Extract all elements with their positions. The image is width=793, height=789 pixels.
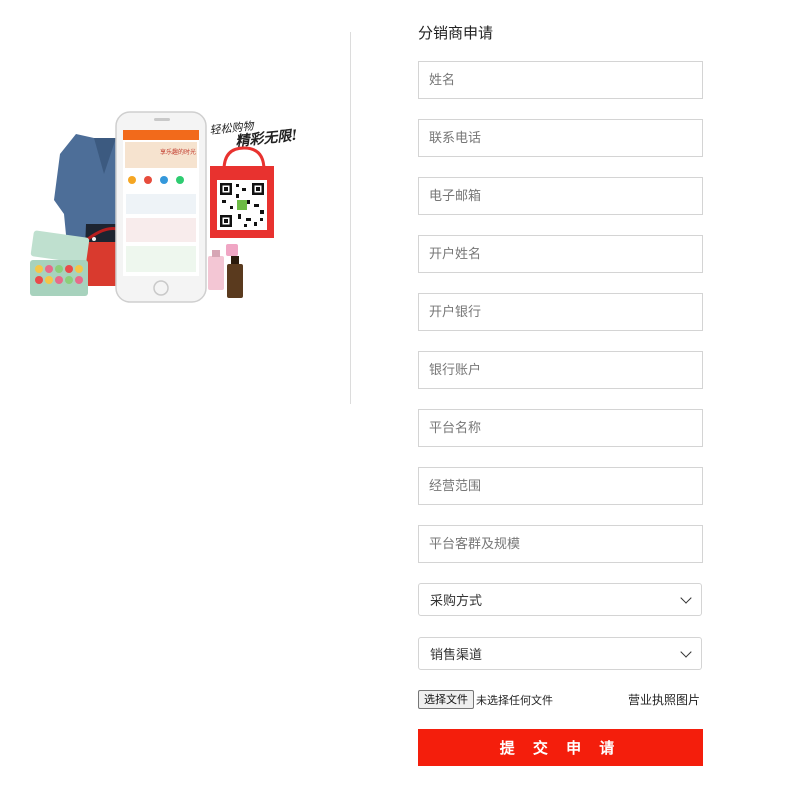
business-scope-input[interactable]	[418, 467, 703, 505]
purchase-method-value: 采购方式	[430, 594, 483, 609]
account-name-input[interactable]	[418, 235, 703, 273]
submit-application-button[interactable]: 提 交 申 请	[418, 729, 703, 766]
bank-account-input[interactable]	[418, 351, 703, 389]
platform-name-input[interactable]	[418, 409, 703, 447]
license-upload-row: 选择文件 未选择任何文件 营业执照图片	[418, 689, 703, 711]
vertical-divider	[350, 32, 351, 404]
chevron-down-icon	[680, 645, 692, 658]
license-image-label: 营业执照图片	[627, 693, 700, 707]
customer-scale-input[interactable]	[418, 525, 703, 563]
sales-channel-select[interactable]: 销售渠道	[418, 637, 702, 670]
file-status-text: 未选择任何文件	[476, 694, 553, 707]
perfume-bottles-image	[208, 244, 243, 298]
shopping-bag-qr-image	[210, 146, 274, 238]
name-input[interactable]	[418, 61, 703, 99]
promo-illustration: 享乐趣的时光 轻松购物 精彩无限!	[24, 104, 324, 314]
sales-channel-value: 销售渠道	[430, 648, 483, 663]
slogan: 轻松购物 精彩无限!	[209, 119, 298, 150]
form-title: 分销商申请	[418, 24, 494, 42]
phone-banner-text: 享乐趣的时光	[160, 148, 196, 156]
email-input[interactable]	[418, 177, 703, 215]
smartphone-image: 享乐趣的时光	[115, 111, 207, 303]
choose-file-button[interactable]: 选择文件	[418, 690, 474, 709]
phone-input[interactable]	[418, 119, 703, 157]
bank-name-input[interactable]	[418, 293, 703, 331]
purchase-method-select[interactable]: 采购方式	[418, 583, 702, 616]
chevron-down-icon	[680, 591, 692, 604]
macaron-box-image	[30, 230, 90, 296]
